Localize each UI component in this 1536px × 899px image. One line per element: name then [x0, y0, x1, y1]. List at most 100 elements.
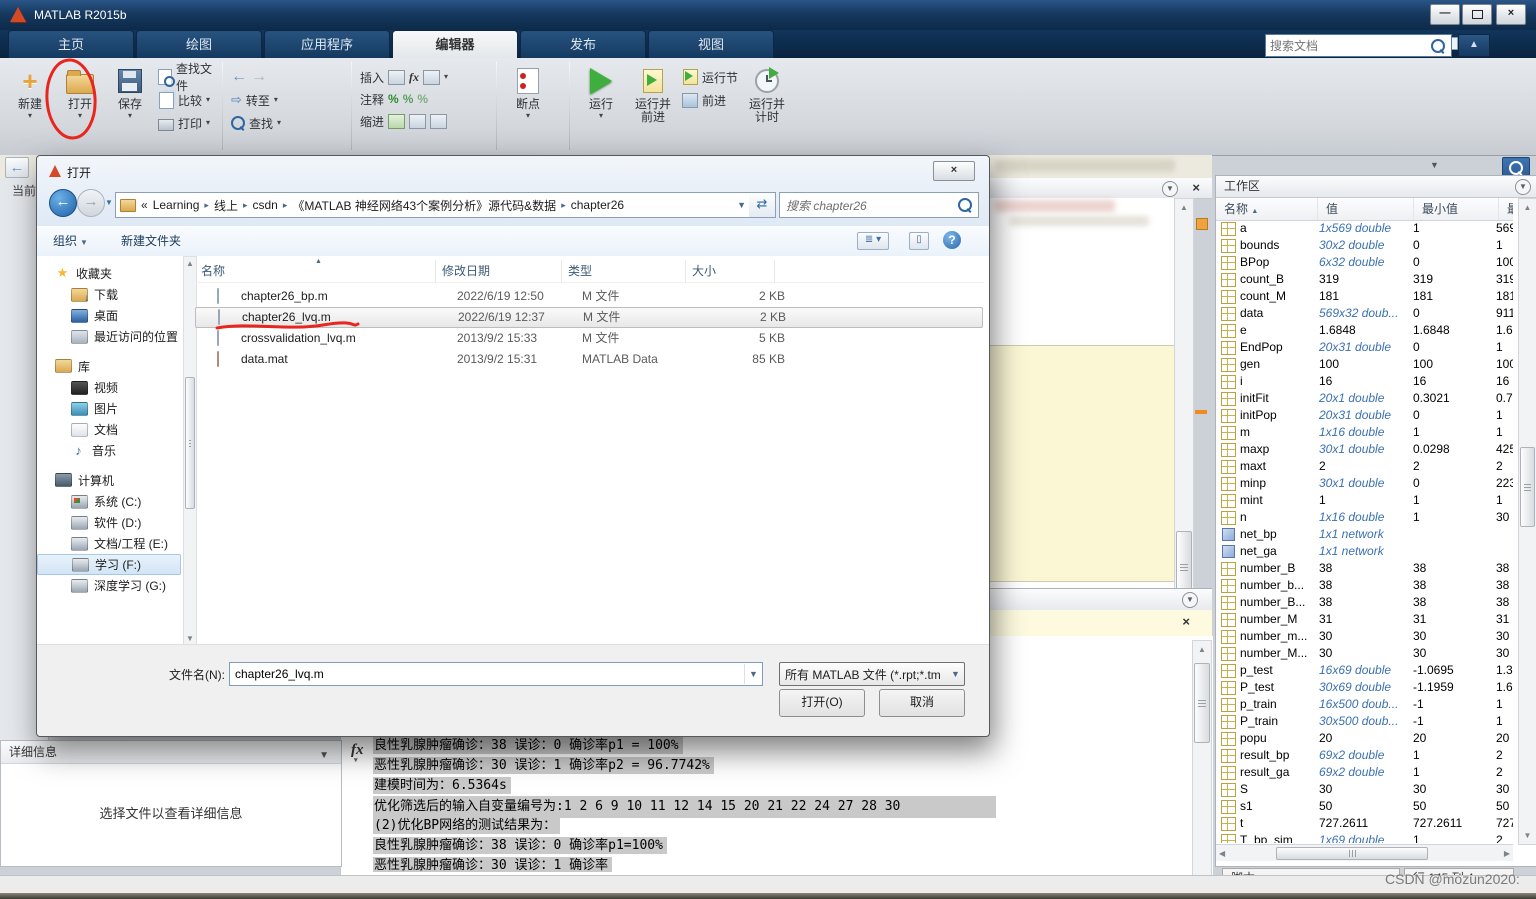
filename-input[interactable] [230, 666, 744, 682]
column-name[interactable]: 名称 ▲ [1216, 198, 1318, 220]
workspace-row[interactable]: net_ga 1x1 network [1216, 543, 1513, 560]
advance-button[interactable]: 前进 [682, 91, 738, 109]
workspace-row[interactable]: i 16 16 16 [1216, 373, 1513, 390]
new-button[interactable]: + 新建 ▾ [8, 62, 52, 158]
doc-search-box[interactable] [1265, 34, 1452, 57]
editor-highlighted-code[interactable] [990, 345, 1174, 582]
workspace-row[interactable]: maxt 2 2 2 [1216, 458, 1513, 475]
workspace-row[interactable]: count_B 319 319 319 [1216, 271, 1513, 288]
file-row[interactable]: crossvalidation_lvq.m 2013/9/2 15:33 M 文件 5… [195, 328, 983, 349]
workspace-vscrollbar[interactable]: ▲ ▼ [1518, 198, 1536, 845]
sidebar-item[interactable]: 最近访问的位置 [37, 326, 183, 347]
folder-back-button[interactable]: ← [5, 157, 29, 178]
editor-close-icon[interactable]: × [1192, 180, 1200, 195]
sidebar-item[interactable]: 系统 (C:) [37, 491, 183, 512]
breadcrumb-item[interactable]: 《MATLAB 神经网络43个案例分析》源代码&数据 [292, 197, 556, 214]
open-confirm-button[interactable]: 打开(O) [779, 689, 865, 717]
ribbon-tab[interactable]: 应用程序 [264, 30, 390, 58]
insert-fx-icon[interactable]: fx [409, 70, 419, 85]
find-files-button[interactable]: 查找文件 [158, 62, 214, 93]
workspace-row[interactable]: P_test 30x69 double -1.1959 1.652 [1216, 679, 1513, 696]
sidebar-item[interactable]: 文档 [37, 419, 183, 440]
ribbon-tab[interactable]: 编辑器 [392, 30, 518, 58]
workspace-row[interactable]: minp 30x1 double 0 223.6 [1216, 475, 1513, 492]
comment-icon[interactable]: % [388, 92, 399, 106]
collapse-ribbon-button[interactable]: ▲ [1458, 34, 1490, 57]
ribbon-tab[interactable]: 发布 [520, 30, 646, 58]
open-button[interactable]: 打开 ▾ [58, 62, 102, 158]
run-section-button[interactable]: 运行节 [682, 68, 738, 86]
workspace-row[interactable]: data 569x32 doub... 0 9113 [1216, 305, 1513, 322]
editor-menu-icon[interactable]: ▼ [1162, 181, 1178, 197]
sidebar-item[interactable]: 桌面 [37, 305, 183, 326]
sidebar-item[interactable]: ♪ 音乐 [37, 440, 183, 461]
run-button[interactable]: 运行 ▾ [578, 62, 624, 158]
workspace-row[interactable]: t 727.2611 727.2611 727.2611 [1216, 815, 1513, 832]
column-value[interactable]: 值 [1318, 198, 1414, 220]
workspace-row[interactable]: s1 50 50 50 [1216, 798, 1513, 815]
workspace-row[interactable]: n 1x16 double 1 30 [1216, 509, 1513, 526]
workspace-row[interactable]: e 1.6848 1.6848 1.6848 [1216, 322, 1513, 339]
new-folder-button[interactable]: 新建文件夹 [115, 231, 187, 251]
workspace-row[interactable]: number_B... 38 38 38 [1216, 594, 1513, 611]
ribbon-tab[interactable]: 视图 [648, 30, 774, 58]
workspace-row[interactable]: p_train 16x500 doub... -1 1 [1216, 696, 1513, 713]
workspace-row[interactable]: number_m... 30 30 30 [1216, 628, 1513, 645]
column-max[interactable]: 最大值 [1499, 198, 1513, 220]
cancel-button[interactable]: 取消 [879, 689, 965, 717]
filename-dropdown-icon[interactable]: ▼ [744, 664, 762, 684]
sidebar-item[interactable]: 视频 [37, 377, 183, 398]
workspace-row[interactable]: T_bp_sim 1x69 double 1 2 [1216, 832, 1513, 843]
workspace-row[interactable]: count_M 181 181 181 [1216, 288, 1513, 305]
preview-pane-button[interactable]: ▯ [909, 232, 929, 250]
run-advance-button[interactable]: 运行并前进 [630, 62, 676, 158]
sidebar-item[interactable]: 下载 [37, 284, 183, 305]
ribbon-tab[interactable]: 主页 [8, 30, 134, 58]
search-icon[interactable] [1431, 38, 1445, 53]
save-button[interactable]: 保存 ▾ [108, 62, 152, 158]
workspace-row[interactable]: m 1x16 double 1 1 [1216, 424, 1513, 441]
uncomment-icon[interactable]: % [403, 92, 414, 106]
dialog-forward-button[interactable]: → [77, 189, 105, 217]
column-min[interactable]: 最小值 [1414, 198, 1499, 220]
workspace-row[interactable]: bounds 30x2 double 0 1 [1216, 237, 1513, 254]
nav-history-icon[interactable]: ▼ [105, 198, 113, 207]
dialog-address-bar[interactable]: « Learning ▸ 线上 ▸ csdn ▸ 《MATLAB 神经网络43个案例分析》源代… [115, 192, 751, 218]
sidebar-section[interactable]: 计算机 [37, 469, 183, 491]
goto-button[interactable]: ⇨ 转至 ▾ [231, 91, 281, 109]
file-row[interactable]: chapter26_bp.m 2022/6/19 12:50 M 文件 2 KB [195, 286, 983, 307]
workspace-menu-icon[interactable]: ▼ [1515, 179, 1531, 195]
restore-button[interactable] [1462, 4, 1492, 25]
find-button[interactable]: 查找 ▾ [231, 114, 281, 132]
breadcrumb-item[interactable]: 线上 [214, 197, 238, 214]
workspace-row[interactable]: number_b... 38 38 38 [1216, 577, 1513, 594]
file-row[interactable]: data.mat 2013/9/2 15:31 MATLAB Data 85 KB [195, 349, 983, 370]
workspace-hscrollbar[interactable]: ◀ ▶ [1216, 844, 1513, 861]
header-date[interactable]: 修改日期 [436, 260, 562, 282]
workspace-row[interactable]: popu 20 20 20 [1216, 730, 1513, 747]
workspace-row[interactable]: mint 1 1 1 [1216, 492, 1513, 509]
indent-row[interactable]: 缩进 [360, 112, 448, 130]
print-button[interactable]: 打印 ▾ [158, 114, 214, 132]
wrap-comment-icon[interactable]: % [417, 92, 428, 106]
chevron-down-icon[interactable]: ▼ [319, 745, 329, 767]
address-dropdown-icon[interactable]: ▼ [1430, 160, 1439, 170]
workspace-row[interactable]: initPop 20x31 double 0 1 [1216, 407, 1513, 424]
workspace-row[interactable]: S 30 30 30 [1216, 781, 1513, 798]
dialog-back-button[interactable]: ← [49, 189, 77, 217]
breakpoints-button[interactable]: 断点 ▾ [505, 62, 551, 158]
breadcrumb-item[interactable]: Learning [153, 198, 200, 212]
filename-combo[interactable]: ▼ [229, 662, 763, 686]
details-header[interactable]: 详细信息 ▼ [1, 741, 341, 764]
workspace-row[interactable]: P_train 30x500 doub... -1 1 [1216, 713, 1513, 730]
sidebar-section[interactable]: ★ 收藏夹 [37, 262, 183, 284]
file-row[interactable]: chapter26_lvq.m 2022/6/19 12:37 M 文件 2 KB [195, 307, 983, 328]
forward-icon[interactable]: → [251, 68, 267, 86]
breadcrumb-item[interactable]: chapter26 [571, 198, 624, 212]
breadcrumb-item[interactable]: csdn [252, 198, 277, 212]
workspace-row[interactable]: initFit 20x1 double 0.3021 0.758 [1216, 390, 1513, 407]
header-type[interactable]: 类型 [562, 260, 686, 282]
editor-message-indicator[interactable] [1196, 218, 1208, 230]
smart-indent-icon[interactable] [388, 113, 406, 129]
dialog-close-button[interactable]: × [933, 161, 975, 181]
